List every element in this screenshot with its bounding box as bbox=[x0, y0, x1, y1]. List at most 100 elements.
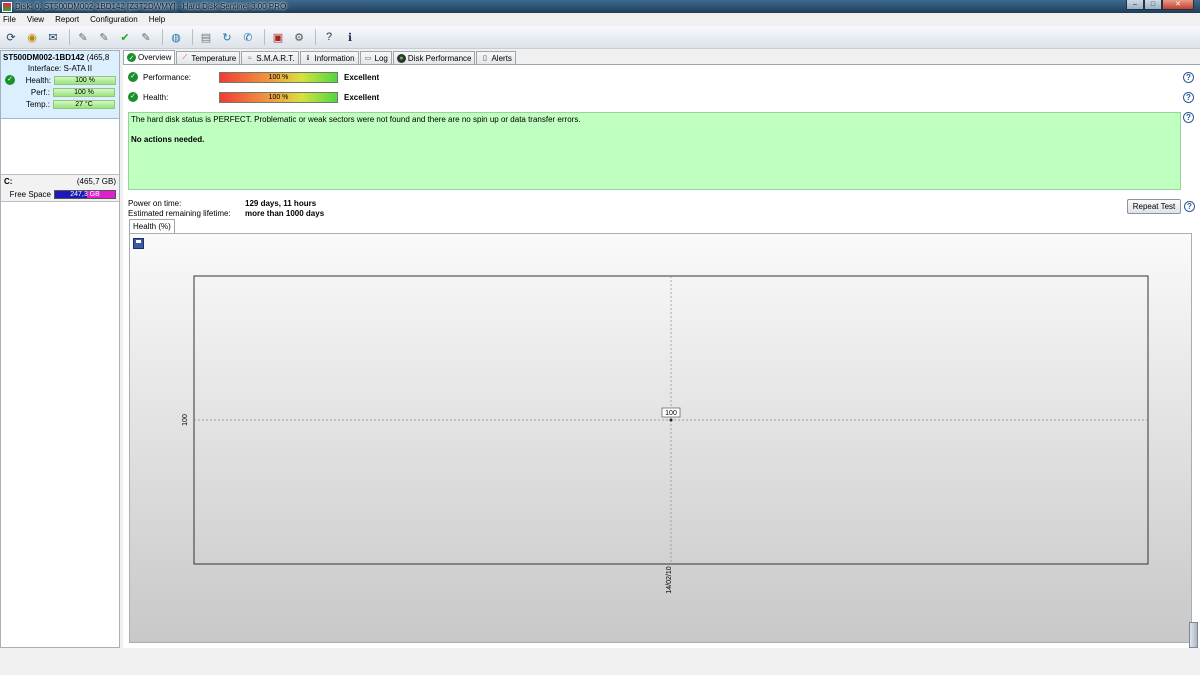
disk-interface: Interface: S-ATA II bbox=[3, 64, 117, 73]
settings-icon[interactable]: ⚙ bbox=[290, 28, 308, 46]
check-icon: ✓ bbox=[5, 75, 15, 85]
close-button[interactable]: ✕ bbox=[1162, 0, 1194, 10]
performance-label: Performance: bbox=[143, 72, 192, 82]
toolbar-separator bbox=[69, 29, 70, 45]
overview-panel: ✓ Performance: 100 % Excellent ? ✓ Healt… bbox=[123, 64, 1200, 648]
help-icon[interactable]: ? bbox=[1183, 112, 1194, 123]
status-bar bbox=[0, 648, 1200, 675]
help-icon[interactable]: ? bbox=[320, 28, 338, 46]
volume-size: (465,7 GB) bbox=[76, 177, 116, 186]
performance-bar: 100 % bbox=[219, 71, 338, 83]
disk-health-label: Health: bbox=[25, 75, 51, 85]
menu-bar: File View Report Configuration Help bbox=[0, 13, 1200, 26]
toolbar: ⟳ ◉ ✉ ✎ ✎ ✔ ✎ ◍ ▤ ↻ ✆ ▣ ⚙ ? ℹ bbox=[0, 26, 1200, 49]
disk-card[interactable]: ST500DM002-1BD142 (465,8 Interface: S-AT… bbox=[1, 51, 119, 119]
toolbar-separator bbox=[315, 29, 316, 45]
power-on-value: 129 days, 11 hours bbox=[245, 198, 317, 208]
interface-label: Interface: bbox=[27, 64, 62, 73]
power-on-row: Power on time: 129 days, 11 hours bbox=[128, 198, 324, 208]
disk-tool-icon[interactable]: ✎ bbox=[74, 28, 92, 46]
minimize-button[interactable]: – bbox=[1126, 0, 1144, 10]
volume-letter: C: bbox=[4, 177, 13, 186]
maximize-button[interactable]: □ bbox=[1144, 0, 1162, 10]
info-icon[interactable]: ℹ bbox=[341, 28, 359, 46]
menu-help[interactable]: Help bbox=[149, 15, 165, 24]
data-label: 100 bbox=[665, 410, 677, 417]
disk-perf-value: 100 % bbox=[53, 87, 115, 97]
performance-icon: ● bbox=[396, 53, 406, 63]
disk-temp-value: 27 °C bbox=[53, 99, 115, 109]
free-space-value: 247,3 GB bbox=[70, 191, 100, 198]
title-bar: Disk: 0, ST500DM002-1BD142 [Z3T2DWMY] - … bbox=[0, 0, 1200, 13]
refresh-icon[interactable]: ⟳ bbox=[2, 28, 20, 46]
alert-icon: ▯ bbox=[483, 55, 487, 62]
toolbar-separator bbox=[192, 29, 193, 45]
menu-configuration[interactable]: Configuration bbox=[90, 15, 138, 24]
help-icon[interactable]: ? bbox=[1184, 201, 1195, 212]
tab-log[interactable]: ▭ Log bbox=[359, 51, 392, 64]
menu-view[interactable]: View bbox=[27, 15, 44, 24]
lifetime-row: Estimated remaining lifetime: more than … bbox=[128, 208, 324, 218]
message-icon[interactable]: ✆ bbox=[239, 28, 257, 46]
tab-label: Temperature bbox=[191, 53, 237, 63]
smart-icon: ≈ bbox=[247, 54, 252, 62]
disk-temp-row: Temp.: 27 °C bbox=[3, 99, 117, 109]
check-icon: ✓ bbox=[128, 72, 138, 82]
tab-strip: ✓ Overview ⟋ Temperature ≈ S.M.A.R.T. ℹ … bbox=[123, 50, 517, 64]
disk-info: Power on time: 129 days, 11 hours Estima… bbox=[128, 198, 324, 218]
window-controls: – □ ✕ bbox=[1126, 0, 1194, 10]
volume-card[interactable]: C: (465,7 GB) Free Space 247,3 GB bbox=[1, 174, 119, 202]
surface-test-icon[interactable]: ◉ bbox=[23, 28, 41, 46]
check-icon: ✓ bbox=[127, 53, 136, 62]
disk-size: (465,8 bbox=[86, 53, 110, 62]
tab-disk-performance[interactable]: ● Disk Performance bbox=[392, 51, 476, 64]
menu-file[interactable]: File bbox=[3, 15, 16, 24]
repeat-test-button[interactable]: Repeat Test bbox=[1127, 199, 1181, 214]
tab-information[interactable]: ℹ Information bbox=[299, 51, 359, 64]
disk-ok-icon[interactable]: ✔ bbox=[116, 28, 134, 46]
resize-grip[interactable] bbox=[1189, 622, 1198, 648]
tab-label: Overview bbox=[138, 53, 172, 62]
disk-tool-icon-3[interactable]: ✎ bbox=[137, 28, 155, 46]
action-text: No actions needed. bbox=[131, 135, 205, 144]
tab-label: Log bbox=[374, 53, 388, 63]
toolbar-separator bbox=[264, 29, 265, 45]
health-rating: Excellent bbox=[344, 92, 380, 102]
tab-label: S.M.A.R.T. bbox=[256, 53, 295, 63]
free-space-label: Free Space bbox=[9, 190, 51, 199]
data-point bbox=[669, 418, 673, 422]
clipboard-icon[interactable]: ▤ bbox=[197, 28, 215, 46]
thermometer-icon: ⟋ bbox=[182, 54, 188, 61]
tab-temperature[interactable]: ⟋ Temperature bbox=[176, 51, 241, 64]
help-icon[interactable]: ? bbox=[1183, 72, 1194, 83]
health-graph-panel: 100 100 14/02/10 bbox=[129, 233, 1192, 643]
health-label: Health: bbox=[143, 92, 169, 102]
help-icon[interactable]: ? bbox=[1183, 92, 1194, 103]
web-icon[interactable]: ◍ bbox=[167, 28, 185, 46]
volume-header: C: (465,7 GB) bbox=[4, 177, 116, 186]
status-text: The hard disk status is PERFECT. Problem… bbox=[131, 115, 581, 124]
disk-tool-icon-2[interactable]: ✎ bbox=[95, 28, 113, 46]
window-title: Disk: 0, ST500DM002-1BD142 [Z3T2DWMY] - … bbox=[15, 2, 287, 11]
info-icon: ℹ bbox=[306, 55, 310, 62]
report-icon[interactable]: ✉ bbox=[44, 28, 62, 46]
interface-value: S-ATA II bbox=[63, 64, 93, 73]
tab-alerts[interactable]: ▯ Alerts bbox=[476, 51, 516, 64]
menu-report[interactable]: Report bbox=[55, 15, 79, 24]
free-space-row: Free Space 247,3 GB bbox=[4, 190, 116, 199]
update-icon[interactable]: ↻ bbox=[218, 28, 236, 46]
lifetime-label: Estimated remaining lifetime: bbox=[128, 208, 231, 218]
y-tick-label: 100 bbox=[182, 414, 189, 426]
tab-overview[interactable]: ✓ Overview bbox=[123, 50, 176, 64]
check-icon: ✓ bbox=[128, 92, 138, 102]
tab-health-percent[interactable]: Health (%) bbox=[129, 219, 175, 233]
disk-temp-label: Temp.: bbox=[25, 99, 50, 109]
app-icon bbox=[2, 1, 12, 12]
notebook-icon[interactable]: ▣ bbox=[269, 28, 287, 46]
log-icon: ▭ bbox=[364, 55, 372, 62]
disk-name: ST500DM002-1BD142 bbox=[3, 53, 85, 62]
status-message-box: The hard disk status is PERFECT. Problem… bbox=[128, 112, 1181, 190]
tab-smart[interactable]: ≈ S.M.A.R.T. bbox=[241, 51, 299, 64]
disk-health-row: ✓ Health: 100 % bbox=[3, 75, 117, 85]
disk-health-value: 100 % bbox=[54, 75, 116, 85]
